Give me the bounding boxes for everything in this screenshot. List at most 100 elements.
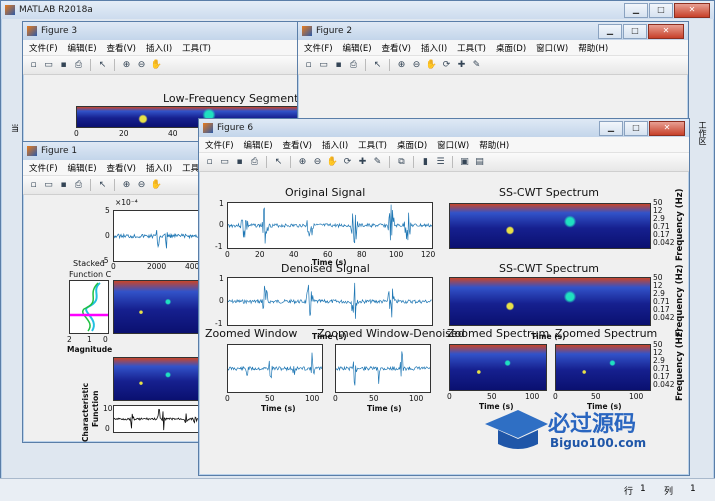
open-icon[interactable]: ▭: [317, 59, 330, 72]
menu-tools[interactable]: 工具(T): [457, 42, 486, 54]
open-icon[interactable]: ▭: [42, 59, 55, 72]
denoised-signal-plot: [227, 277, 433, 326]
status-row-value: 1: [640, 484, 646, 494]
menu-window[interactable]: 窗口(W): [536, 42, 568, 54]
menu-insert[interactable]: 插入(I): [322, 139, 348, 151]
menu-insert[interactable]: 插入(I): [421, 42, 447, 54]
zoom-out-icon[interactable]: ⊖: [410, 59, 423, 72]
pan-icon[interactable]: ✋: [425, 59, 438, 72]
pointer-icon[interactable]: ↖: [272, 156, 285, 169]
menu-insert[interactable]: 插入(I): [146, 42, 172, 54]
new-icon[interactable]: ▫: [302, 59, 315, 72]
menu-view[interactable]: 查看(V): [107, 42, 136, 54]
zoom-in-icon[interactable]: ⊕: [395, 59, 408, 72]
menu-edit[interactable]: 编辑(E): [68, 162, 97, 174]
datacursor-icon[interactable]: ✚: [455, 59, 468, 72]
pointer-icon[interactable]: ↖: [371, 59, 384, 72]
figure1-magnitude-plot: [69, 280, 109, 334]
figure2-window[interactable]: Figure 2 ▁ □ ✕ 文件(F) 编辑(E) 查看(V) 插入(I) 工具(…: [297, 21, 689, 123]
new-icon[interactable]: ▫: [27, 179, 40, 192]
minimize-button[interactable]: ▁: [598, 24, 622, 39]
zoomed-window-trace: [227, 352, 323, 379]
menu-window[interactable]: 窗口(W): [437, 139, 469, 151]
pan-icon[interactable]: ✋: [150, 179, 163, 192]
menu-file[interactable]: 文件(F): [304, 42, 333, 54]
tick: 50: [591, 392, 601, 401]
menu-view[interactable]: 查看(V): [283, 139, 312, 151]
menu-file[interactable]: 文件(F): [29, 162, 58, 174]
figure1-titlebar[interactable]: Figure 1: [23, 142, 213, 160]
figure3-titlebar[interactable]: Figure 3: [23, 22, 313, 40]
new-icon[interactable]: ▫: [27, 59, 40, 72]
show-tools-icon[interactable]: ▤: [473, 156, 486, 169]
function-axis-label: Function: [91, 390, 100, 427]
print-icon[interactable]: ⎙: [72, 59, 85, 72]
menu-edit[interactable]: 编辑(E): [244, 139, 273, 151]
zoomed-denoised-plot: [335, 344, 431, 393]
menu-tools[interactable]: 工具(T): [358, 139, 387, 151]
save-icon[interactable]: ▪: [233, 156, 246, 169]
print-icon[interactable]: ⎙: [248, 156, 261, 169]
status-row-label: 行: [624, 487, 634, 497]
pointer-icon[interactable]: ↖: [96, 59, 109, 72]
link-icon[interactable]: ⧉: [395, 156, 408, 169]
menu-tools[interactable]: 工具(T): [182, 42, 211, 54]
figure-icon: [27, 146, 37, 156]
menu-edit[interactable]: 编辑(E): [343, 42, 372, 54]
zoom-in-icon[interactable]: ⊕: [120, 179, 133, 192]
maximize-button[interactable]: □: [623, 24, 647, 39]
figure1-window[interactable]: Figure 1 文件(F) 编辑(E) 查看(V) 插入(I) 工具(T) ▫…: [22, 141, 214, 443]
maximize-button[interactable]: □: [649, 3, 673, 18]
menu-desktop[interactable]: 桌面(D): [397, 139, 427, 151]
menu-help[interactable]: 帮助(H): [578, 42, 608, 54]
zoom-in-icon[interactable]: ⊕: [120, 59, 133, 72]
menu-file[interactable]: 文件(F): [205, 139, 234, 151]
minimize-button[interactable]: ▁: [599, 121, 623, 136]
status-col-value: 1: [690, 484, 696, 494]
menu-edit[interactable]: 编辑(E): [68, 42, 97, 54]
close-button[interactable]: ✕: [648, 24, 684, 39]
new-icon[interactable]: ▫: [203, 156, 216, 169]
menu-file[interactable]: 文件(F): [29, 42, 58, 54]
tick: 100: [629, 392, 644, 401]
hide-tools-icon[interactable]: ▣: [458, 156, 471, 169]
open-icon[interactable]: ▭: [218, 156, 231, 169]
print-icon[interactable]: ⎙: [347, 59, 360, 72]
pointer-icon[interactable]: ↖: [96, 179, 109, 192]
menu-help[interactable]: 帮助(H): [479, 139, 509, 151]
figure1-menubar: 文件(F) 编辑(E) 查看(V) 插入(I) 工具(T): [23, 160, 213, 176]
zoom-out-icon[interactable]: ⊖: [135, 179, 148, 192]
zoom-in-icon[interactable]: ⊕: [296, 156, 309, 169]
brush-icon[interactable]: ✎: [371, 156, 384, 169]
menu-view[interactable]: 查看(V): [382, 42, 411, 54]
menu-desktop[interactable]: 桌面(D): [496, 42, 526, 54]
datacursor-icon[interactable]: ✚: [356, 156, 369, 169]
pan-icon[interactable]: ✋: [150, 59, 163, 72]
tick: 0: [219, 220, 224, 229]
menu-view[interactable]: 查看(V): [107, 162, 136, 174]
open-icon[interactable]: ▭: [42, 179, 55, 192]
menu-insert[interactable]: 插入(I): [146, 162, 172, 174]
maximize-button[interactable]: □: [624, 121, 648, 136]
figure3-plot-title: Low-Frequency Segment: [163, 92, 299, 105]
save-icon[interactable]: ▪: [57, 179, 70, 192]
minimize-button[interactable]: ▁: [624, 3, 648, 18]
colorbar-icon[interactable]: ▮: [419, 156, 432, 169]
close-button[interactable]: ✕: [674, 3, 710, 18]
save-icon[interactable]: ▪: [332, 59, 345, 72]
rotate-icon[interactable]: ⟳: [341, 156, 354, 169]
legend-icon[interactable]: ☰: [434, 156, 447, 169]
close-button[interactable]: ✕: [649, 121, 685, 136]
tick: 0: [74, 129, 79, 138]
brush-icon[interactable]: ✎: [470, 59, 483, 72]
tick: 1: [219, 274, 224, 283]
rotate-icon[interactable]: ⟳: [440, 59, 453, 72]
figure1-spectrum-top: [113, 280, 205, 334]
pan-icon[interactable]: ✋: [326, 156, 339, 169]
zoom-out-icon[interactable]: ⊖: [135, 59, 148, 72]
tick: 5: [105, 206, 110, 215]
print-icon[interactable]: ⎙: [72, 179, 85, 192]
workspace-label[interactable]: 工作区: [697, 121, 708, 145]
zoom-out-icon[interactable]: ⊖: [311, 156, 324, 169]
save-icon[interactable]: ▪: [57, 59, 70, 72]
